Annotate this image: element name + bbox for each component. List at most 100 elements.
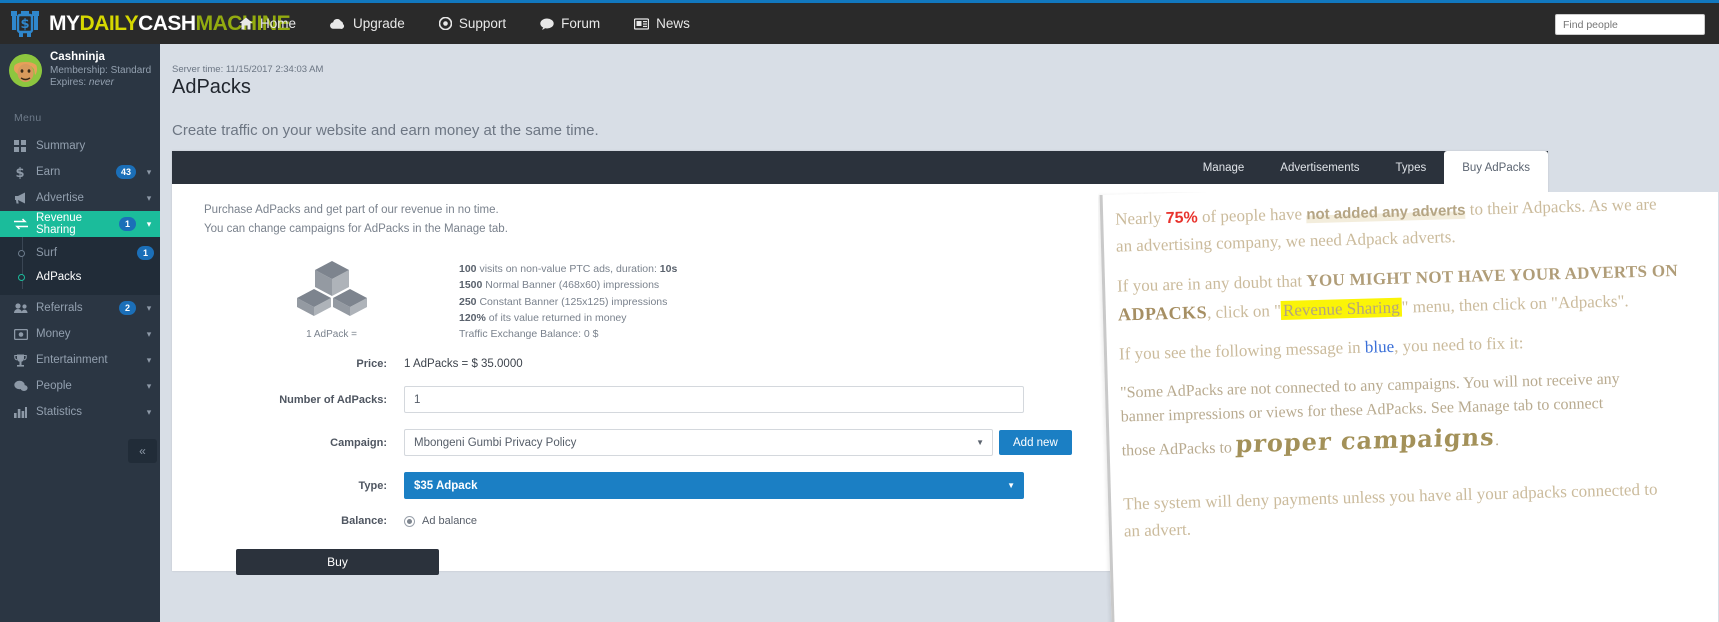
nav-label-home: Home (260, 16, 297, 31)
balance-label: Balance: (341, 515, 387, 528)
note-line-7d: Manage (1457, 397, 1510, 417)
sidebar-label-earn: Earn (36, 166, 61, 178)
spec-value-1b: 10s (659, 263, 678, 275)
sidebar-badge-earn: 43 (115, 165, 136, 179)
site-logo[interactable]: $ MYDAILYCASHMACHINE (0, 9, 291, 39)
spec-line-2: 1500 Normal Banner (468x60) impressions (459, 277, 677, 293)
profile-texts: Cashninja Membership: Standard Expires: … (50, 50, 151, 90)
sidebar-label-people: People (36, 380, 72, 392)
note-line-7e: tab to connect (1509, 395, 1604, 415)
pack-caption: 1 AdPack = (306, 329, 357, 340)
logo-mark-icon: $ (8, 9, 42, 39)
nav-item-forum[interactable]: Forum (523, 2, 617, 46)
pack-illustration: 1 AdPack = (204, 257, 459, 342)
sidebar-item-summary[interactable]: Summary (0, 133, 160, 159)
note-line-6c: any (1592, 370, 1620, 389)
nav-label-forum: Forum (561, 16, 601, 31)
note-line-4b: , click on " (1206, 300, 1282, 322)
sidebar-item-referrals[interactable]: Referrals 2 ▾ (0, 295, 160, 321)
home-icon (239, 17, 253, 30)
sidebar-item-revenue-sharing[interactable]: Revenue Sharing 1 ▾ (0, 211, 160, 237)
spec-line-traffic-balance: Traffic Exchange Balance: 0 $ (459, 328, 599, 341)
nav-item-home[interactable]: Home (222, 2, 313, 46)
tab-manage[interactable]: Manage (1185, 151, 1263, 184)
chevron-down-icon: ▾ (146, 328, 152, 339)
note-line-3a: If you are in any doubt that (1116, 271, 1307, 296)
search-input[interactable] (1556, 15, 1704, 35)
cubes-icon (296, 261, 367, 321)
note-paper: Nearly 75% of people have not added any … (1099, 192, 1718, 622)
nav-label-news: News (656, 16, 690, 31)
sidebar-sublabel-adpacks: AdPacks (36, 271, 82, 283)
buy-button[interactable]: Buy (236, 549, 439, 576)
add-new-campaign-button[interactable]: Add new (999, 430, 1072, 456)
chevron-down-icon: ▾ (146, 302, 152, 313)
spec-text-1: visits on non-value PTC ads, duration: (476, 263, 660, 275)
ad-balance-label: Ad balance (422, 515, 478, 528)
note-line-8c: . (1494, 432, 1500, 450)
tab-types[interactable]: Types (1378, 151, 1445, 184)
page-subtitle: Create traffic on your website and earn … (172, 122, 599, 139)
type-select[interactable]: $35 Adpack ▼ (404, 472, 1024, 500)
cloud-upload-icon (330, 18, 346, 30)
number-of-adpacks-input[interactable] (404, 386, 1024, 414)
sidebar-item-people[interactable]: People ▾ (0, 373, 160, 399)
spec-line-3: 250 Constant Banner (125x125) impression… (459, 294, 677, 310)
nav-item-news[interactable]: News (617, 2, 707, 46)
sidebar-label-entertainment: Entertainment (36, 354, 108, 366)
campaign-select[interactable]: Mbongeni Gumbi Privacy Policy ▼ (404, 429, 993, 457)
campaign-label: Campaign: (330, 436, 387, 449)
profile-expires-label: Expires: (50, 77, 89, 89)
chat-icon (14, 380, 36, 392)
sidebar-subbadge-surf: 1 (137, 246, 154, 260)
trophy-icon (14, 354, 36, 367)
avatar (9, 53, 42, 87)
sidebar-item-advertise[interactable]: Advertise ▾ (0, 185, 160, 211)
spec-value-4: 120% (459, 311, 486, 324)
sidebar-item-entertainment[interactable]: Entertainment ▾ (0, 347, 160, 373)
spec-text-4: of its value returned in money (485, 311, 627, 324)
note-proper-campaigns: proper campaigns (1235, 422, 1496, 459)
note-line-1e: to their Adpacks. As we are (1465, 194, 1657, 219)
user-profile[interactable]: Cashninja Membership: Standard Expires: … (0, 44, 160, 96)
sidebar-label-advertise: Advertise (36, 192, 84, 204)
spec-text-2: Normal Banner (468x60) impressions (482, 279, 660, 292)
dollar-icon: $ (14, 166, 36, 179)
nav-item-upgrade[interactable]: Upgrade (313, 2, 422, 46)
ad-balance-radio-option[interactable]: Ad balance (404, 515, 477, 527)
sidebar-label-summary: Summary (36, 140, 86, 152)
note-line-5a: If you see the following message in (1118, 338, 1366, 364)
find-people-search[interactable] (1555, 14, 1705, 35)
sidebar-sublabel-surf: Surf (36, 247, 58, 259)
nav-item-support[interactable]: Support (422, 2, 523, 46)
server-time: Server time: 11/15/2017 2:34:03 AM (172, 64, 324, 75)
sidebar-item-money[interactable]: Money ▾ (0, 321, 160, 347)
megaphone-icon (14, 192, 36, 204)
note-line-4a: ADPACKS (1117, 301, 1208, 325)
note-line-8a: those AdPacks to (1121, 439, 1237, 460)
radio-button[interactable] (404, 515, 415, 527)
note-line-1a: Nearly (1114, 208, 1167, 229)
tab-advertisements[interactable]: Advertisements (1262, 151, 1377, 184)
instructional-note-overlay: Nearly 75% of people have not added any … (1098, 192, 1718, 622)
users-icon (14, 302, 36, 314)
sidebar-item-statistics[interactable]: Statistics ▾ (0, 399, 160, 425)
sidebar-item-earn[interactable]: $ Earn 43 ▾ (0, 159, 160, 185)
panel-tab-bar: Manage Advertisements Types Buy AdPacks (172, 151, 1548, 184)
svg-text:$: $ (20, 17, 29, 32)
spec-value-2: 1500 (459, 279, 483, 292)
chevron-down-icon: ▾ (146, 406, 152, 417)
sidebar-subitem-surf[interactable]: Surf 1 (0, 241, 160, 265)
sidebar-collapse-button[interactable]: « (128, 439, 157, 463)
chevron-down-icon: ▾ (146, 166, 152, 177)
note-highlight-revenue-sharing: Revenue Sharing (1280, 297, 1402, 320)
note-line-4d: " menu, then click on "Adpacks". (1401, 290, 1629, 317)
note-line-7a: banner impressions or (1120, 404, 1267, 426)
price-value: 1 AdPacks = $ 35.0000 (404, 358, 523, 371)
sidebar-subitem-adpacks[interactable]: AdPacks (0, 265, 160, 289)
note-line-1d: not added any adverts (1306, 201, 1466, 224)
page-content: Server time: 11/15/2017 2:34:03 AM AdPac… (160, 44, 1719, 622)
tab-buy-adpacks[interactable]: Buy AdPacks (1444, 151, 1548, 184)
sidebar-badge-revenue-sharing: 1 (119, 217, 136, 231)
sidebar: Cashninja Membership: Standard Expires: … (0, 44, 160, 622)
